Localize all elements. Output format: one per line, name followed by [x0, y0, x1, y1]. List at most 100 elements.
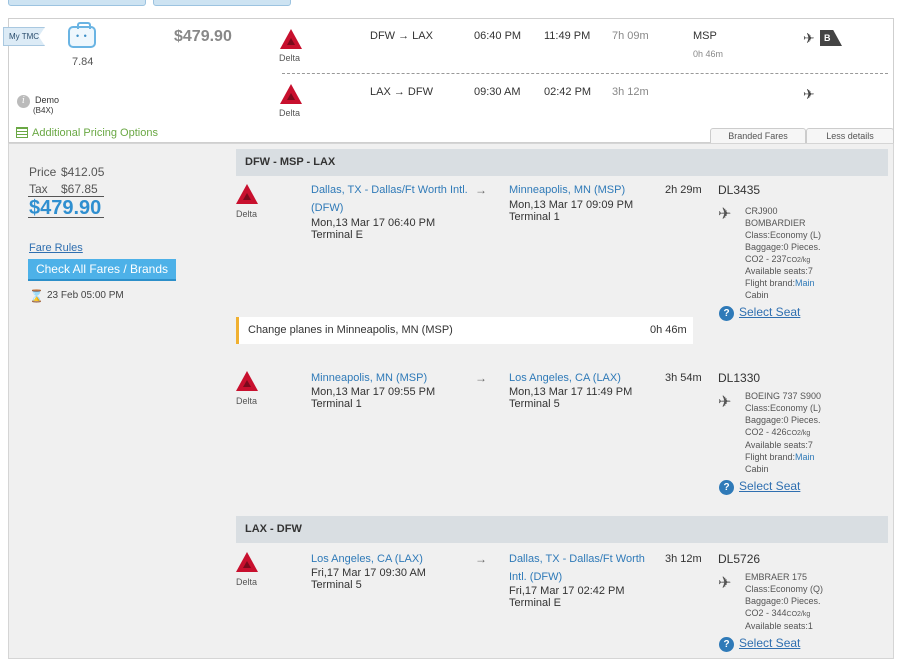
departure-datetime: Fri,17 Mar 17 09:30 AM [311, 567, 426, 579]
summary-price: $479.90 [174, 28, 232, 45]
airplane-icon: ✈ [718, 206, 732, 223]
airline-name: Delta [279, 53, 301, 63]
flight-number: DL5726 [718, 552, 761, 566]
select-seat-link[interactable]: Select Seat [739, 305, 800, 319]
delta-logo-icon [236, 371, 258, 391]
leg-stop-time: 0h 46m [693, 49, 724, 59]
account-name: Demo [35, 95, 60, 105]
arrival-datetime: Fri,17 Mar 17 02:42 PM [509, 585, 625, 597]
leg-divider [282, 73, 888, 74]
airline-name: Delta [279, 108, 301, 118]
total-underline [28, 217, 104, 218]
delta-logo-icon [236, 552, 258, 572]
flight-result-card[interactable] [8, 18, 894, 143]
cabin-class: Class:Economy (L) [745, 403, 822, 413]
account-code: (B4X) [33, 106, 54, 115]
origin-code: (DFW) [311, 202, 344, 214]
help-icon[interactable]: ? [719, 637, 734, 652]
leg-departure: 09:30 AM [474, 86, 521, 98]
flight-brand-cont: Cabin [745, 464, 769, 474]
right-arrow-icon: → [475, 552, 487, 566]
flight-number: DL3435 [718, 183, 761, 197]
mytmc-badge: My TMC [3, 27, 45, 46]
trip-header: DFW - MSP - LAX [236, 149, 888, 176]
leg-duration: 3h 12m [612, 86, 649, 98]
leg-stop: MSP [693, 30, 717, 42]
fare-rules-link[interactable]: Fare Rules [29, 242, 83, 254]
departure-terminal: Terminal 5 [311, 579, 362, 591]
carry-on-bag-icon: ✈ [803, 86, 815, 102]
carry-on-bag-icon: ✈ [803, 30, 815, 46]
destination-city: Minneapolis, MN (MSP) [509, 184, 626, 196]
available-seats: Available seats:7 [745, 266, 813, 276]
departure-terminal: Terminal 1 [311, 398, 362, 410]
baggage-info: Baggage:0 Pieces. [745, 596, 821, 606]
additional-pricing-link[interactable]: Additional Pricing Options [32, 127, 158, 139]
select-seat-link[interactable]: Select Seat [739, 636, 800, 650]
airline-name: Delta [236, 396, 258, 406]
price-label: Price [29, 165, 57, 179]
airplane-icon: ✈ [718, 394, 732, 411]
filter-pill[interactable] [153, 0, 291, 6]
origin-city: Minneapolis, MN (MSP) [311, 372, 428, 384]
delta-logo-icon [280, 84, 302, 104]
less-details-tab[interactable]: Less details [806, 128, 894, 143]
select-seat-link[interactable]: Select Seat [739, 479, 800, 493]
delta-logo-icon [236, 184, 258, 204]
tax-label: Tax [29, 182, 48, 196]
price-value: $412.05 [61, 165, 105, 179]
aircraft-type: BOEING 737 S900 [745, 391, 822, 401]
trip-header: LAX - DFW [236, 516, 888, 543]
pricing-options-icon [16, 127, 28, 138]
airline-name: Delta [236, 577, 258, 587]
help-icon[interactable]: ? [719, 306, 734, 321]
destination-city: Los Angeles, CA (LAX) [509, 372, 621, 384]
departure-datetime: Mon,13 Mar 17 06:40 PM [311, 217, 436, 229]
travel-score: 7.84 [72, 56, 94, 68]
connection-banner: Change planes in Minneapolis, MN (MSP) 0… [236, 317, 693, 344]
info-icon[interactable]: i [17, 95, 30, 108]
branded-fares-tab[interactable]: Branded Fares [710, 128, 806, 143]
travel-score-bag-icon: • • [68, 22, 96, 48]
destination-city: Dallas, TX - Dallas/Ft Worth [509, 553, 645, 565]
aircraft-type: CRJ900 [745, 206, 778, 216]
leg-departure: 06:40 PM [474, 30, 522, 42]
co2-info: CO2 - 344CO2/kg [745, 608, 811, 618]
ticketing-deadline: 23 Feb 05:00 PM [47, 290, 124, 301]
segment-duration: 3h 12m [665, 553, 702, 565]
help-icon[interactable]: ? [719, 480, 734, 495]
leg-duration: 7h 09m [612, 30, 649, 42]
arrival-terminal: Terminal 5 [509, 398, 560, 410]
right-arrow-icon: → [475, 183, 487, 197]
connection-text: Change planes in Minneapolis, MN (MSP) [248, 324, 453, 336]
flight-brand-cont: Cabin [745, 290, 769, 300]
flight-number: DL1330 [718, 371, 761, 385]
leg-arrival: 11:49 PM [544, 30, 591, 42]
origin-city: Dallas, TX - Dallas/Ft Worth Intl. [311, 184, 468, 196]
departure-datetime: Mon,13 Mar 17 09:55 PM [311, 386, 436, 398]
destination-code: Intl. (DFW) [509, 571, 563, 583]
delta-logo-icon [280, 29, 302, 49]
arrival-terminal: Terminal 1 [509, 211, 560, 223]
available-seats: Available seats:1 [745, 621, 813, 631]
segment-duration: 3h 54m [665, 372, 702, 384]
hourglass-icon: ⌛ [29, 289, 44, 303]
baggage-info: Baggage:0 Pieces. [745, 415, 821, 425]
arrival-terminal: Terminal E [509, 597, 561, 609]
connection-duration: 0h 46m [650, 324, 687, 336]
departure-terminal: Terminal E [311, 229, 363, 241]
check-all-fares-button[interactable]: Check All Fares / Brands [28, 259, 176, 281]
airplane-icon: ✈ [718, 575, 732, 592]
cabin-class: Class:Economy (L) [745, 230, 822, 240]
top-filter-strip [0, 0, 903, 8]
leg-route: DFW → LAX [370, 30, 433, 42]
airline-name: Delta [236, 209, 258, 219]
baggage-info: Baggage:0 Pieces. [745, 242, 821, 252]
aircraft-maker: BOMBARDIER [745, 218, 806, 228]
leg-route: LAX → DFW [370, 86, 433, 98]
tax-value: $67.85 [61, 182, 98, 196]
arrival-datetime: Mon,13 Mar 17 09:09 PM [509, 199, 634, 211]
filter-pill[interactable] [8, 0, 146, 6]
cabin-class: Class:Economy (Q) [745, 584, 824, 594]
origin-city: Los Angeles, CA (LAX) [311, 553, 423, 565]
